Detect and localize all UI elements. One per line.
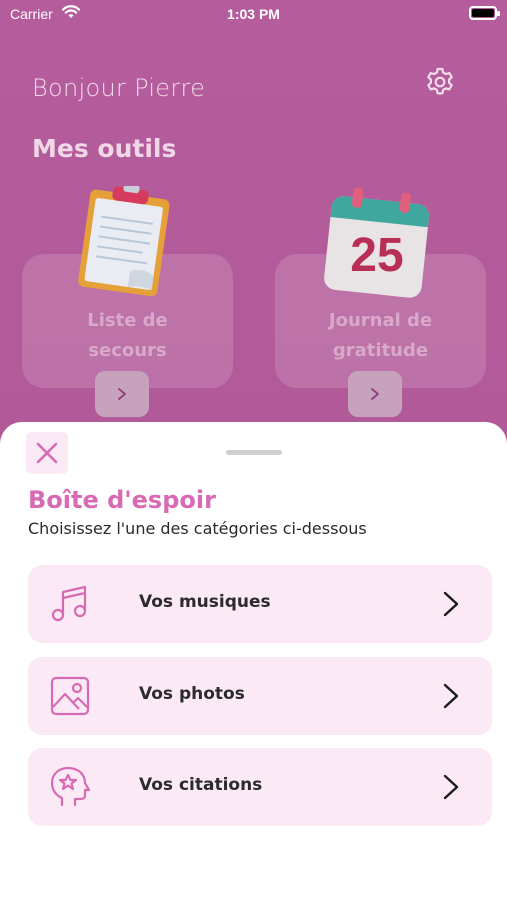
tool-card-label: Journal de gratitude: [275, 306, 486, 366]
chevron-right-icon: [443, 591, 459, 617]
close-icon: [36, 442, 58, 464]
music-icon: [51, 585, 87, 622]
image-icon: [50, 676, 90, 716]
category-quotes[interactable]: Vos citations: [28, 748, 492, 826]
tool-card-label-line2: secours: [88, 340, 167, 361]
sheet-drag-handle[interactable]: [226, 450, 282, 455]
chevron-right-icon: [371, 388, 379, 400]
calendar-day: 25: [350, 229, 404, 282]
tool-card-label-line1: Journal de: [328, 310, 433, 331]
tool-card-label: Liste de secours: [22, 306, 233, 366]
chevron-right-icon: [443, 774, 459, 800]
mind-icon: [50, 766, 91, 807]
sheet-title: Boîte d'espoir: [28, 486, 216, 514]
clipboard-illustration: [78, 186, 170, 297]
open-liste-de-secours-button[interactable]: [95, 371, 149, 417]
category-music[interactable]: Vos musiques: [28, 565, 492, 643]
calendar-illustration: 25: [318, 186, 436, 300]
sheet-subtitle: Choisissez l'une des catégories ci-desso…: [28, 519, 367, 538]
category-label: Vos musiques: [139, 592, 271, 612]
chevron-right-icon: [443, 683, 459, 709]
status-bar: Carrier 1:03 PM: [0, 0, 507, 28]
category-photos[interactable]: Vos photos: [28, 657, 492, 735]
category-label: Vos citations: [139, 775, 263, 795]
clock: 1:03 PM: [227, 6, 280, 22]
tool-card-label-line1: Liste de: [87, 310, 168, 331]
category-label: Vos photos: [139, 684, 245, 704]
close-button[interactable]: [26, 432, 68, 474]
battery-icon: [469, 6, 500, 20]
open-journal-de-gratitude-button[interactable]: [348, 371, 402, 417]
tool-card-label-line2: gratitude: [332, 340, 429, 361]
greeting: Bonjour Pierre: [32, 74, 206, 102]
section-title: Mes outils: [32, 134, 177, 163]
bottom-sheet: Boîte d'espoir Choisissez l'une des caté…: [0, 422, 507, 900]
gear-icon[interactable]: [424, 66, 456, 98]
chevron-right-icon: [118, 388, 126, 400]
